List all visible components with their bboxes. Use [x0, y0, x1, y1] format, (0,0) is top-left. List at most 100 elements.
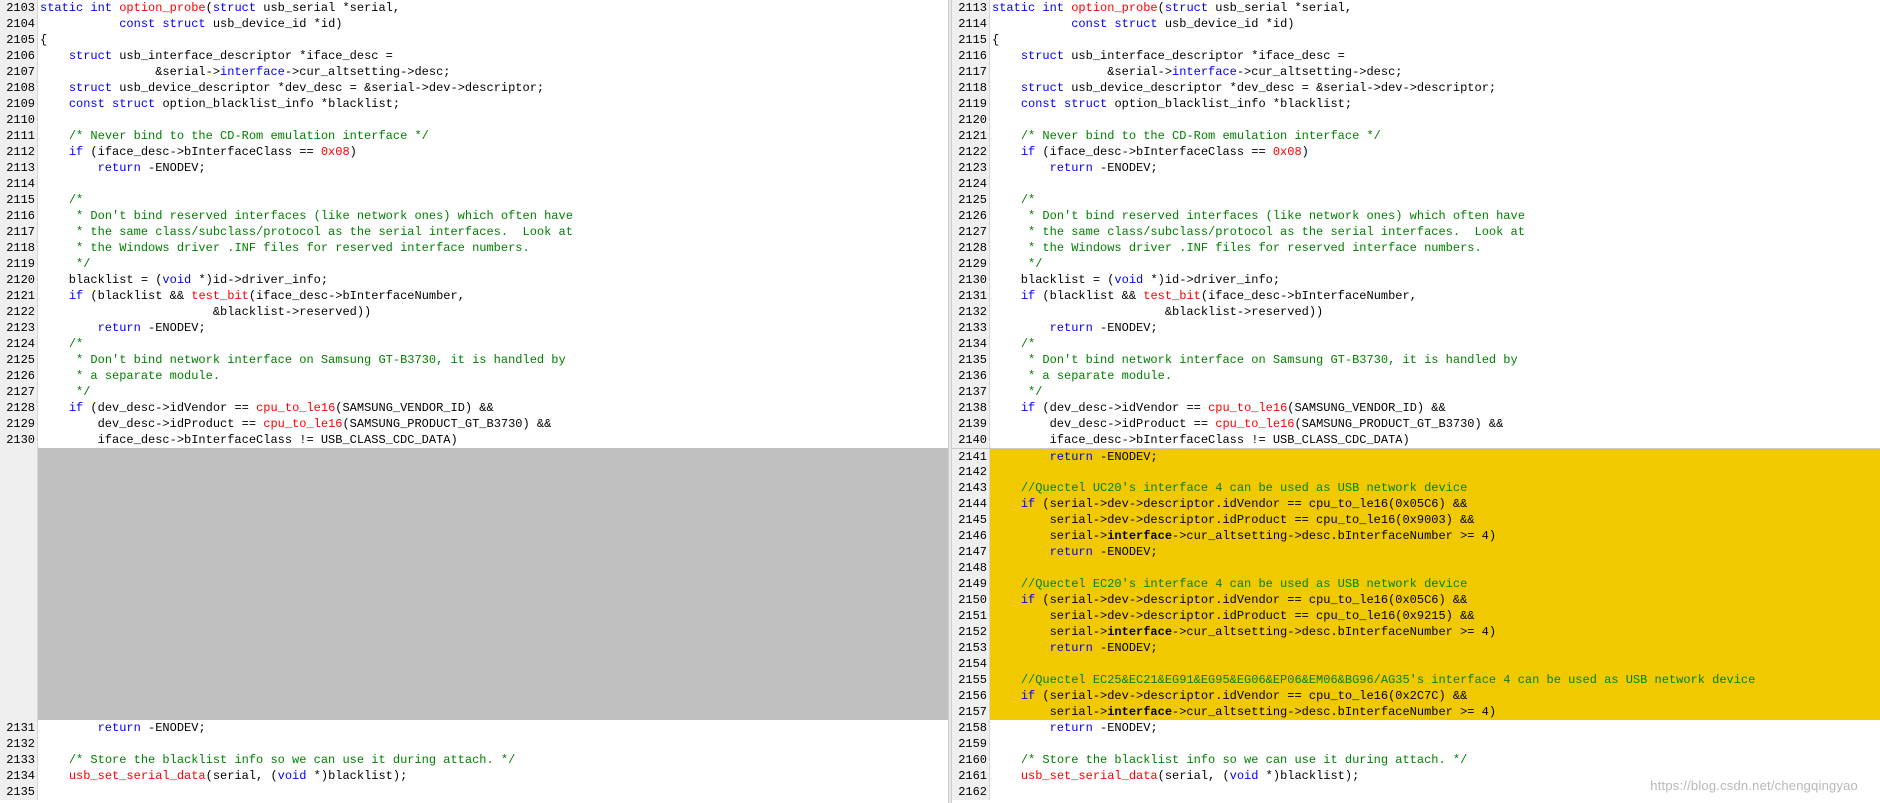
diff-gap-line[interactable]	[0, 592, 948, 608]
code-line[interactable]: 2105{	[0, 32, 948, 48]
code-line[interactable]: 2116 struct usb_interface_descriptor *if…	[952, 48, 1880, 64]
code-line[interactable]: 2126 * Don't bind reserved interfaces (l…	[952, 208, 1880, 224]
code-line[interactable]: 2128 if (dev_desc->idVendor == cpu_to_le…	[0, 400, 948, 416]
code-line[interactable]: 2134 /*	[952, 336, 1880, 352]
code-line[interactable]: 2124	[952, 176, 1880, 192]
code-line[interactable]: 2111 /* Never bind to the CD-Rom emulati…	[0, 128, 948, 144]
diff-added-line[interactable]: 2157 serial->interface->cur_altsetting->…	[952, 704, 1880, 720]
diff-added-line[interactable]: 2156 if (serial->dev->descriptor.idVendo…	[952, 688, 1880, 704]
code-line[interactable]: 2131 if (blacklist && test_bit(iface_des…	[952, 288, 1880, 304]
code-line[interactable]: 2135 * Don't bind network interface on S…	[952, 352, 1880, 368]
code-line[interactable]: 2112 if (iface_desc->bInterfaceClass == …	[0, 144, 948, 160]
code-line[interactable]: 2119 const struct option_blacklist_info …	[952, 96, 1880, 112]
diff-gap-line[interactable]	[0, 512, 948, 528]
code-line[interactable]: 2160 /* Store the blacklist info so we c…	[952, 752, 1880, 768]
code-line[interactable]: 2121 if (blacklist && test_bit(iface_des…	[0, 288, 948, 304]
code-line[interactable]: 2139 dev_desc->idProduct == cpu_to_le16(…	[952, 416, 1880, 432]
code-line[interactable]: 2103 static int option_probe(struct usb_s…	[0, 0, 948, 16]
diff-added-line[interactable]: 2142	[952, 464, 1880, 480]
code-line[interactable]: 2117 * the same class/subclass/protocol …	[0, 224, 948, 240]
diff-gap-line[interactable]	[0, 640, 948, 656]
diff-added-line[interactable]: 2154	[952, 656, 1880, 672]
code-line[interactable]: 2133 /* Store the blacklist info so we c…	[0, 752, 948, 768]
code-line[interactable]: 2130 iface_desc->bInterfaceClass != USB_…	[0, 432, 948, 448]
code-line[interactable]: 2158 return -ENODEV;	[952, 720, 1880, 736]
diff-added-line[interactable]: 2147 return -ENODEV;	[952, 544, 1880, 560]
code-line[interactable]: 2131 return -ENODEV;	[0, 720, 948, 736]
code-line[interactable]: 2115 /*	[0, 192, 948, 208]
diff-added-line[interactable]: 2146 serial->interface->cur_altsetting->…	[952, 528, 1880, 544]
code-line[interactable]: 2121 /* Never bind to the CD-Rom emulati…	[952, 128, 1880, 144]
code-line[interactable]: 2120	[952, 112, 1880, 128]
diff-added-line[interactable]: 2155 //Quectel EC25&EC21&EG91&EG95&EG06&…	[952, 672, 1880, 688]
diff-added-line[interactable]: 2148	[952, 560, 1880, 576]
code-line[interactable]: 2136 * a separate module.	[952, 368, 1880, 384]
diff-gap-line[interactable]	[0, 688, 948, 704]
code-line[interactable]: 2108 struct usb_device_descriptor *dev_d…	[0, 80, 948, 96]
code-line[interactable]: 2123 return -ENODEV;	[0, 320, 948, 336]
code-line[interactable]: 2114 const struct usb_device_id *id)	[952, 16, 1880, 32]
code-line[interactable]: 2113 return -ENODEV;	[0, 160, 948, 176]
code-line[interactable]: 2129 dev_desc->idProduct == cpu_to_le16(…	[0, 416, 948, 432]
code-line[interactable]: 2132	[0, 736, 948, 752]
code-line[interactable]: 2125 * Don't bind network interface on S…	[0, 352, 948, 368]
diff-gap-line[interactable]	[0, 496, 948, 512]
code-line[interactable]: 2130 blacklist = (void *)id->driver_info…	[952, 272, 1880, 288]
code-line[interactable]: 2135	[0, 784, 948, 800]
code-line[interactable]: 2106 struct usb_interface_descriptor *if…	[0, 48, 948, 64]
diff-added-line[interactable]: 2143 //Quectel UC20's interface 4 can be…	[952, 480, 1880, 496]
code-line[interactable]: 2117 &serial->interface->cur_altsetting-…	[952, 64, 1880, 80]
code-line[interactable]: 2109 const struct option_blacklist_info …	[0, 96, 948, 112]
code-line[interactable]: 2132 &blacklist->reserved))	[952, 304, 1880, 320]
code-line[interactable]: 2110	[0, 112, 948, 128]
left-diff-pane[interactable]: 2103 static int option_probe(struct usb_s…	[0, 0, 948, 803]
diff-gap-line[interactable]	[0, 656, 948, 672]
code-line[interactable]: 2125 /*	[952, 192, 1880, 208]
code-line[interactable]: 2104 const struct usb_device_id *id)	[0, 16, 948, 32]
code-line[interactable]: 2123 return -ENODEV;	[952, 160, 1880, 176]
code-line[interactable]: 2107 &serial->interface->cur_altsetting-…	[0, 64, 948, 80]
diff-added-line[interactable]: 2151 serial->dev->descriptor.idProduct =…	[952, 608, 1880, 624]
code-line[interactable]: 2122 &blacklist->reserved))	[0, 304, 948, 320]
code-line[interactable]: 2129 */	[952, 256, 1880, 272]
code-line[interactable]: 2119 */	[0, 256, 948, 272]
diff-gap-line[interactable]	[0, 464, 948, 480]
code-line[interactable]: 2122 if (iface_desc->bInterfaceClass == …	[952, 144, 1880, 160]
code-line[interactable]: 2126 * a separate module.	[0, 368, 948, 384]
diff-added-line[interactable]: 2145 serial->dev->descriptor.idProduct =…	[952, 512, 1880, 528]
code-line[interactable]: 2114	[0, 176, 948, 192]
code-line[interactable]: 2128 * the Windows driver .INF files for…	[952, 240, 1880, 256]
code-line[interactable]: 2138 if (dev_desc->idVendor == cpu_to_le…	[952, 400, 1880, 416]
code-line[interactable]: 2134 usb_set_serial_data(serial, (void *…	[0, 768, 948, 784]
diff-added-line[interactable]: 2152 serial->interface->cur_altsetting->…	[952, 624, 1880, 640]
diff-added-line[interactable]: 2141 return -ENODEV;	[952, 448, 1880, 465]
diff-gap-line[interactable]	[0, 560, 948, 576]
code-line[interactable]: 2137 */	[952, 384, 1880, 400]
diff-gap-line[interactable]	[0, 576, 948, 592]
diff-added-line[interactable]: 2144 if (serial->dev->descriptor.idVendo…	[952, 496, 1880, 512]
code-line[interactable]: 2115{	[952, 32, 1880, 48]
code-line[interactable]: 2124 /*	[0, 336, 948, 352]
diff-gap-line[interactable]	[0, 448, 948, 464]
diff-gap-line[interactable]	[0, 704, 948, 720]
code-line[interactable]: 2133 return -ENODEV;	[952, 320, 1880, 336]
code-line[interactable]: 2116 * Don't bind reserved interfaces (l…	[0, 208, 948, 224]
diff-gap-line[interactable]	[0, 608, 948, 624]
code-line[interactable]: 2127 */	[0, 384, 948, 400]
code-line[interactable]: 2113 static int option_probe(struct usb_s…	[952, 0, 1880, 16]
code-line[interactable]: 2118 struct usb_device_descriptor *dev_d…	[952, 80, 1880, 96]
code-line[interactable]: 2159	[952, 736, 1880, 752]
diff-added-line[interactable]: 2149 //Quectel EC20's interface 4 can be…	[952, 576, 1880, 592]
diff-added-line[interactable]: 2153 return -ENODEV;	[952, 640, 1880, 656]
diff-added-line[interactable]: 2150 if (serial->dev->descriptor.idVendo…	[952, 592, 1880, 608]
right-diff-pane[interactable]: 2113 static int option_probe(struct usb_s…	[952, 0, 1880, 803]
diff-gap-line[interactable]	[0, 528, 948, 544]
diff-gap-line[interactable]	[0, 672, 948, 688]
diff-gap-line[interactable]	[0, 544, 948, 560]
diff-gap-line[interactable]	[0, 624, 948, 640]
code-line[interactable]: 2127 * the same class/subclass/protocol …	[952, 224, 1880, 240]
diff-gap-line[interactable]	[0, 480, 948, 496]
code-line[interactable]: 2140 iface_desc->bInterfaceClass != USB_…	[952, 432, 1880, 448]
code-line[interactable]: 2120 blacklist = (void *)id->driver_info…	[0, 272, 948, 288]
code-line[interactable]: 2118 * the Windows driver .INF files for…	[0, 240, 948, 256]
